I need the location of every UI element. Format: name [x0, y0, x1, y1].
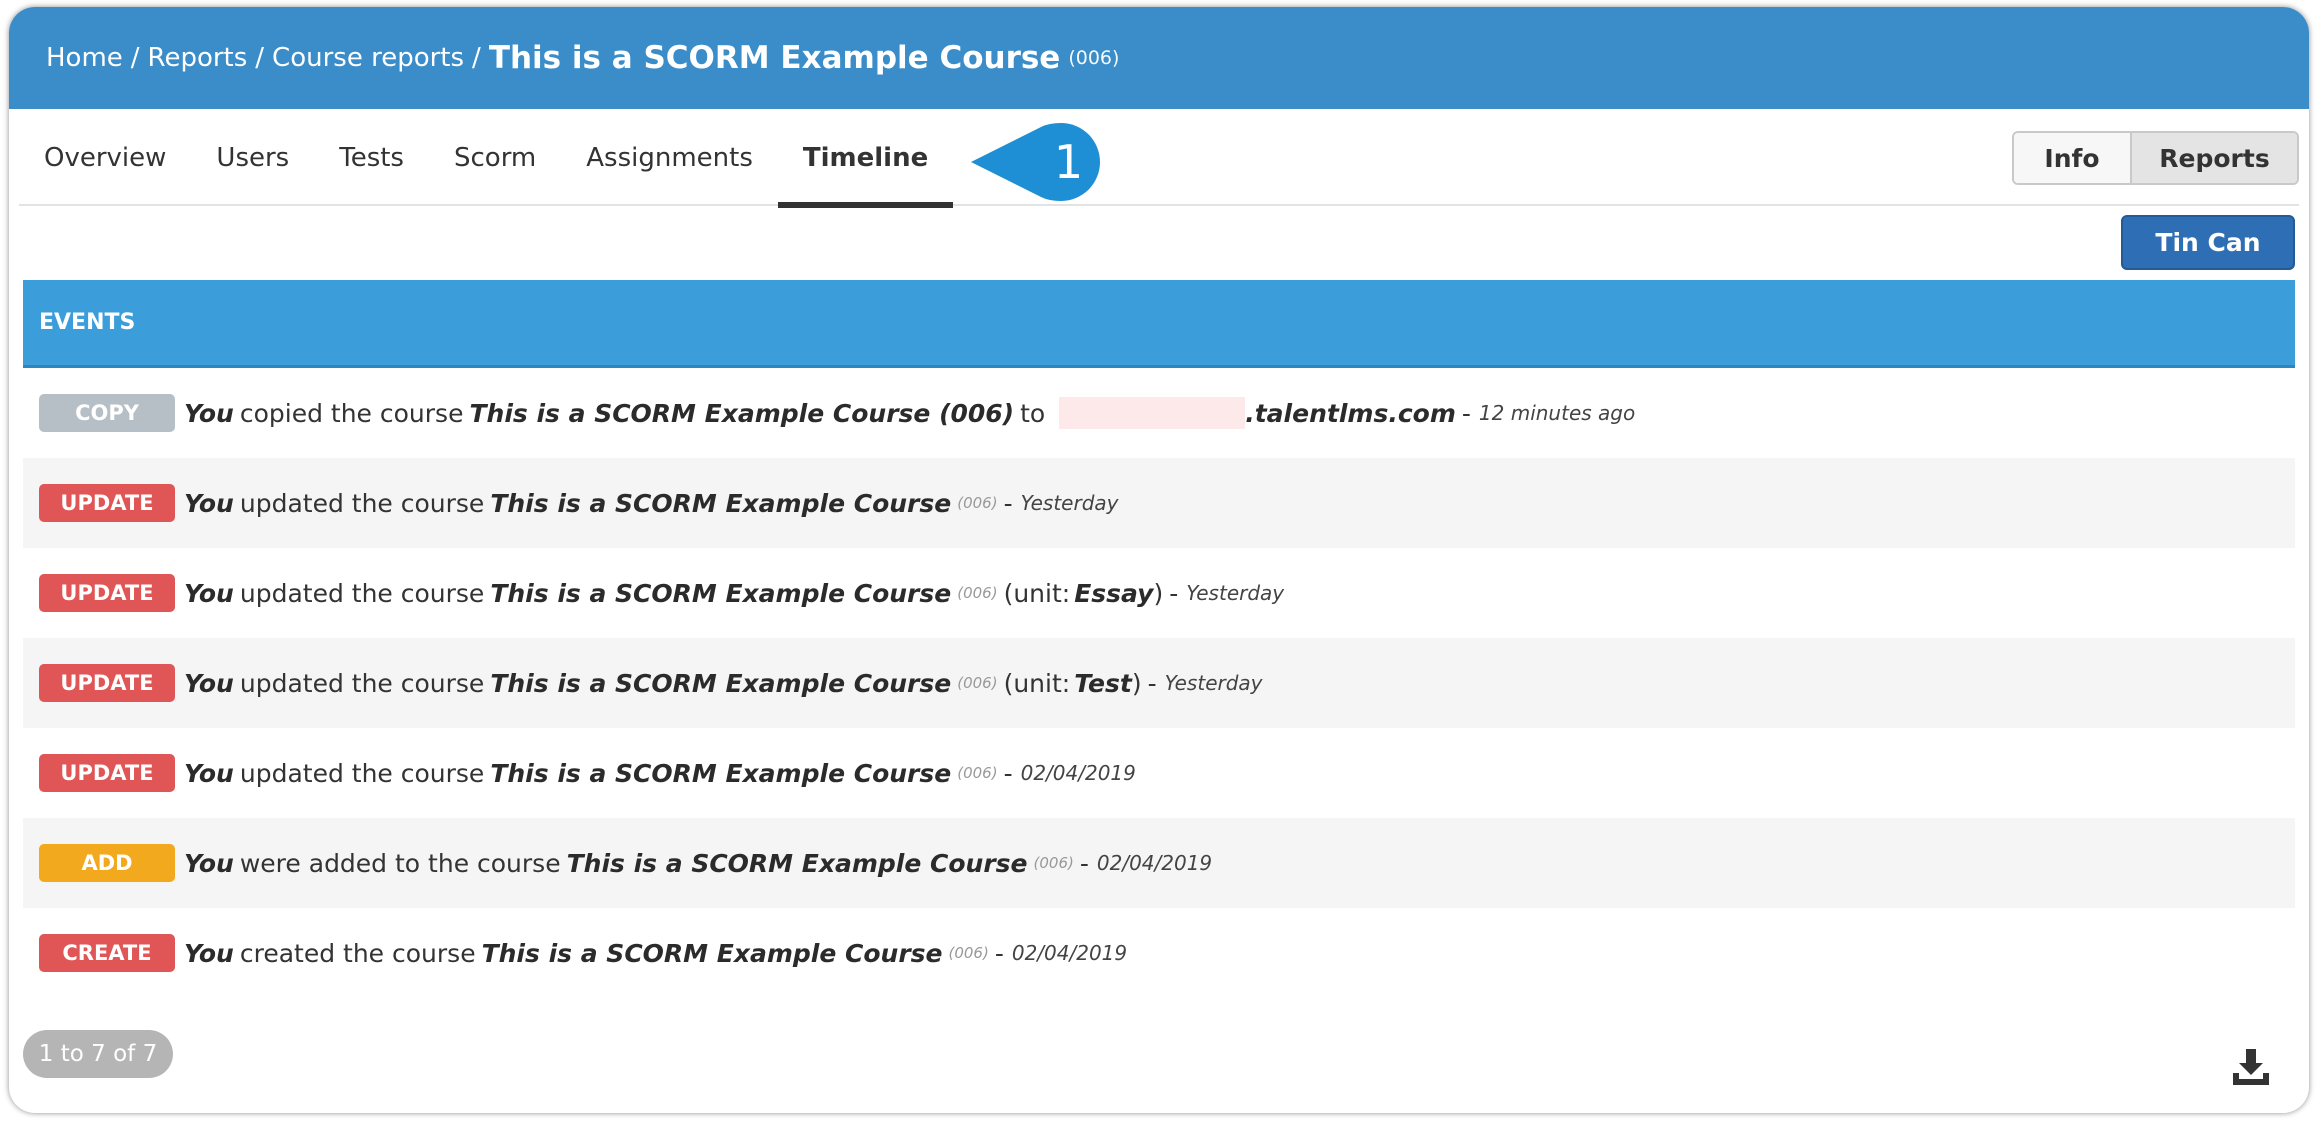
- tab-users[interactable]: Users: [191, 109, 314, 206]
- event-course[interactable]: This is a SCORM Example Course: [490, 669, 951, 698]
- event-time: 12 minutes ago: [1478, 401, 1636, 425]
- event-domain[interactable]: .talentlms.com: [1245, 399, 1456, 428]
- event-course[interactable]: This is a SCORM Example Course (006): [469, 399, 1014, 428]
- event-unit[interactable]: Test: [1074, 669, 1132, 698]
- event-verb: updated the course: [239, 488, 485, 518]
- event-time: Yesterday: [1186, 581, 1285, 605]
- event-course[interactable]: This is a SCORM Example Course: [482, 939, 943, 968]
- event-course-code: (006): [948, 944, 989, 962]
- list-item: COPY You copied the course This is a SCO…: [23, 368, 2295, 458]
- tin-can-button[interactable]: Tin Can: [2121, 215, 2295, 270]
- event-dash: -: [994, 938, 1004, 968]
- event-course[interactable]: This is a SCORM Example Course: [567, 849, 1028, 878]
- event-course[interactable]: This is a SCORM Example Course: [490, 759, 951, 788]
- event-dash: -: [1169, 578, 1179, 608]
- event-dash: -: [1003, 758, 1013, 788]
- event-course-code: (006): [957, 584, 998, 602]
- event-dash: -: [1461, 398, 1471, 428]
- tab-scorm[interactable]: Scorm: [429, 109, 561, 206]
- event-unit[interactable]: Essay: [1074, 579, 1153, 608]
- breadcrumb-course-reports[interactable]: Course reports: [272, 43, 464, 73]
- course-report-card: Home / Reports / Course reports / This i…: [9, 7, 2309, 1113]
- event-verb: copied the course: [239, 398, 464, 428]
- event-badge-update: UPDATE: [39, 484, 175, 522]
- list-item: UPDATE You updated the course This is a …: [23, 548, 2295, 638]
- event-dash: -: [1147, 668, 1157, 698]
- pagination-info: 1 to 7 of 7: [23, 1030, 173, 1078]
- tab-overview[interactable]: Overview: [19, 109, 191, 206]
- event-badge-update: UPDATE: [39, 754, 175, 792]
- course-code: (006): [1068, 47, 1120, 69]
- step-callout: 1: [971, 123, 1101, 201]
- breadcrumb-reports[interactable]: Reports: [148, 43, 248, 73]
- event-course-code: (006): [957, 674, 998, 692]
- list-item: UPDATE You updated the course This is a …: [23, 458, 2295, 548]
- event-unit-prefix: (unit:: [1003, 668, 1071, 698]
- reports-button[interactable]: Reports: [2132, 133, 2297, 183]
- callout-number: 1: [1053, 135, 1084, 189]
- event-list: COPY You copied the course This is a SCO…: [23, 368, 2295, 998]
- event-course-code: (006): [957, 494, 998, 512]
- event-time: Yesterday: [1020, 491, 1119, 515]
- event-course[interactable]: This is a SCORM Example Course: [490, 489, 951, 518]
- breadcrumb-separator: /: [255, 43, 265, 73]
- event-actor[interactable]: You: [184, 669, 234, 698]
- event-unit-prefix: (unit:: [1003, 578, 1071, 608]
- view-toggle: Info Reports: [2012, 131, 2299, 185]
- breadcrumb-separator: /: [130, 43, 140, 73]
- event-unit-suffix: ): [1153, 578, 1164, 608]
- event-verb: updated the course: [239, 758, 485, 788]
- redacted-subdomain: [1059, 397, 1246, 429]
- tab-bar: Overview Users Tests Scorm Assignments T…: [19, 109, 2299, 208]
- event-course-code: (006): [957, 764, 998, 782]
- event-actor[interactable]: You: [184, 489, 234, 518]
- events-header: EVENTS: [23, 280, 2295, 368]
- info-button[interactable]: Info: [2014, 133, 2132, 183]
- event-dash: -: [1079, 848, 1089, 878]
- page-header: Home / Reports / Course reports / This i…: [9, 7, 2309, 109]
- event-time: Yesterday: [1164, 671, 1263, 695]
- page-title: This is a SCORM Example Course: [488, 40, 1061, 76]
- event-time: 02/04/2019: [1020, 761, 1136, 785]
- list-item: CREATE You created the course This is a …: [23, 908, 2295, 998]
- event-badge-update: UPDATE: [39, 664, 175, 702]
- event-badge-create: CREATE: [39, 934, 175, 972]
- event-actor[interactable]: You: [184, 759, 234, 788]
- event-unit-suffix: ): [1131, 668, 1142, 698]
- event-actor[interactable]: You: [184, 849, 234, 878]
- event-badge-copy: COPY: [39, 394, 175, 432]
- download-icon[interactable]: [2231, 1047, 2271, 1087]
- event-to: to: [1020, 398, 1046, 428]
- event-badge-add: ADD: [39, 844, 175, 882]
- actions-bar: Tin Can: [9, 206, 2309, 280]
- event-actor[interactable]: You: [184, 399, 234, 428]
- event-actor[interactable]: You: [184, 939, 234, 968]
- event-verb: updated the course: [239, 578, 485, 608]
- list-item: ADD You were added to the course This is…: [23, 818, 2295, 908]
- event-actor[interactable]: You: [184, 579, 234, 608]
- tab-timeline[interactable]: Timeline: [777, 109, 954, 208]
- event-dash: -: [1003, 488, 1013, 518]
- tab-tests[interactable]: Tests: [314, 109, 429, 206]
- event-verb: created the course: [239, 938, 476, 968]
- breadcrumb-separator: /: [472, 43, 481, 73]
- event-course[interactable]: This is a SCORM Example Course: [490, 579, 951, 608]
- breadcrumb-home[interactable]: Home: [46, 43, 123, 73]
- tab-assignments[interactable]: Assignments: [561, 109, 778, 206]
- event-badge-update: UPDATE: [39, 574, 175, 612]
- event-verb: updated the course: [239, 668, 485, 698]
- event-verb: were added to the course: [239, 848, 561, 878]
- list-item: UPDATE You updated the course This is a …: [23, 728, 2295, 818]
- event-course-code: (006): [1033, 854, 1074, 872]
- event-time: 02/04/2019: [1096, 851, 1213, 875]
- event-time: 02/04/2019: [1011, 941, 1128, 965]
- list-item: UPDATE You updated the course This is a …: [23, 638, 2295, 728]
